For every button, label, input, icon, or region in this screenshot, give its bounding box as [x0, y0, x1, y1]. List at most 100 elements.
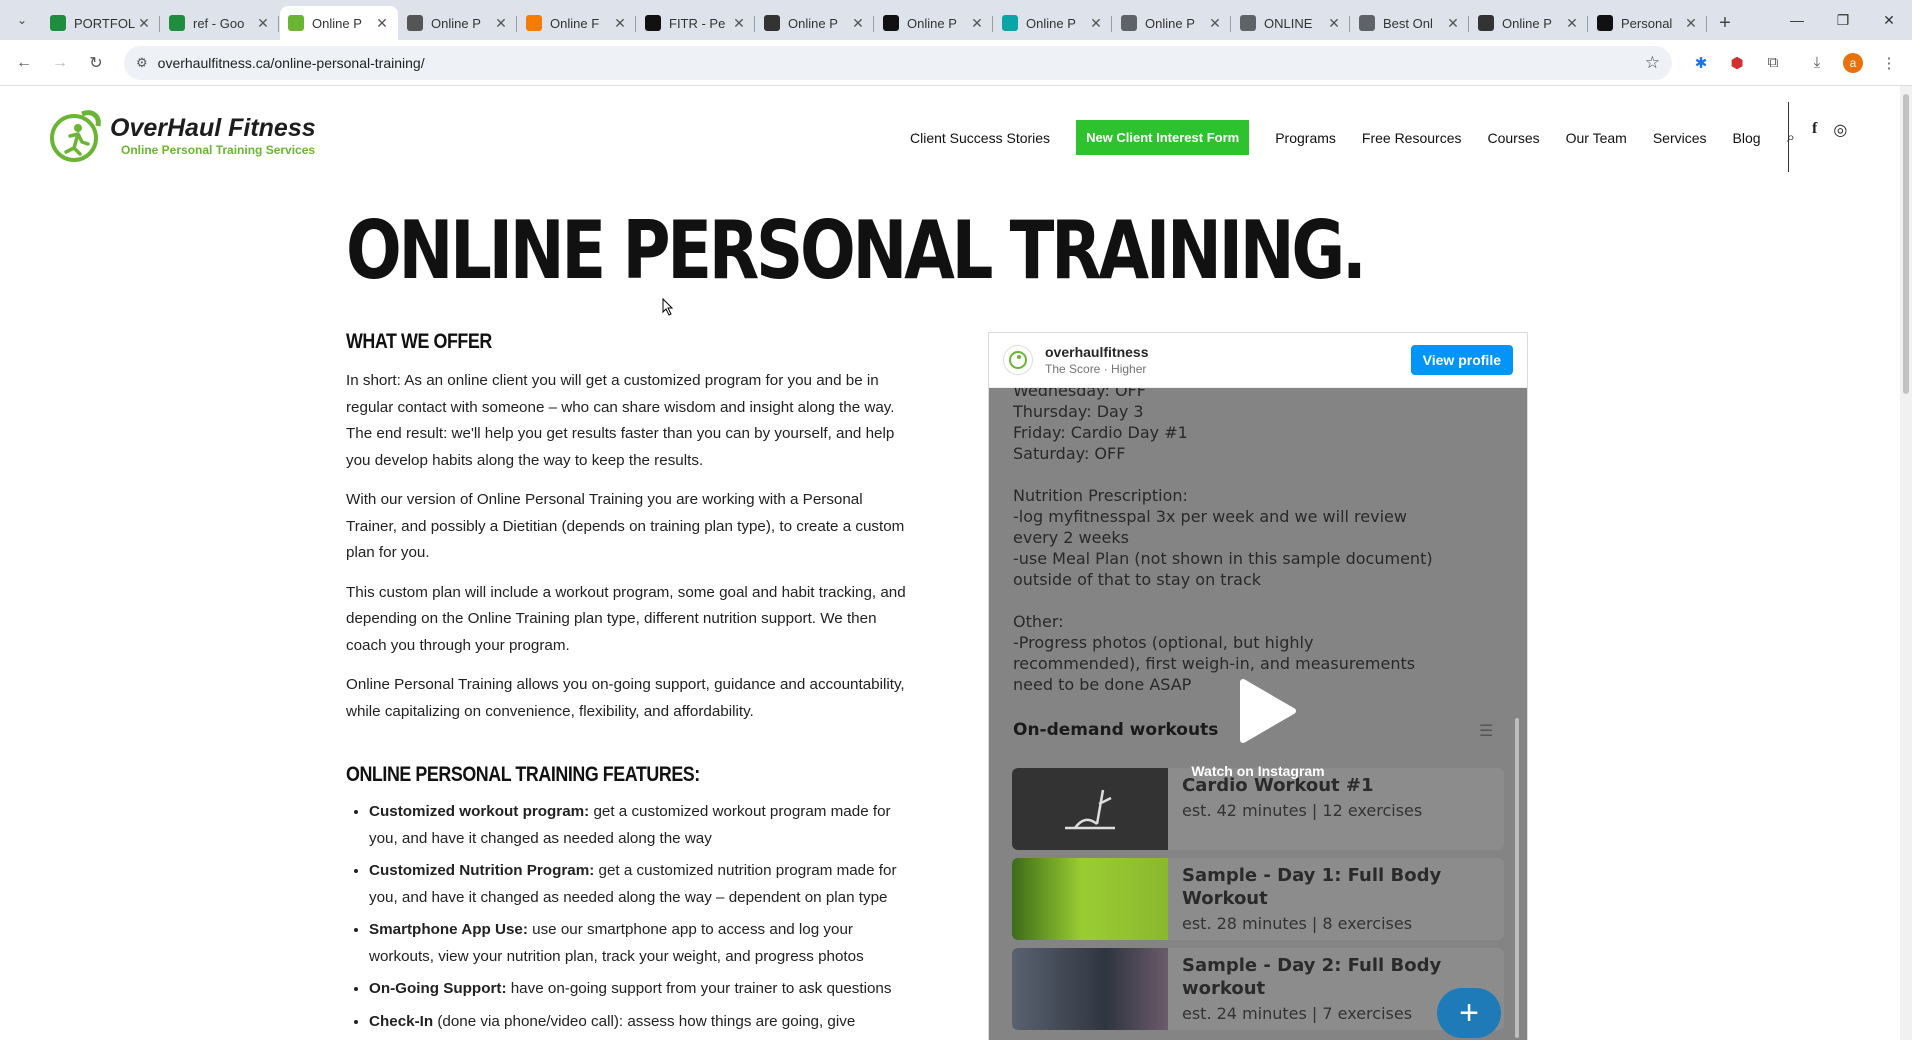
- puzzle-extensions-icon[interactable]: ⧉: [1758, 48, 1788, 78]
- logo-runner-icon: [50, 110, 101, 162]
- tab[interactable]: PORTFOL ✕: [42, 6, 160, 40]
- close-tab-icon[interactable]: ✕: [1088, 15, 1104, 32]
- bookmark-star-icon[interactable]: ☆: [1645, 53, 1660, 73]
- restore-icon[interactable]: ❐: [1820, 0, 1866, 40]
- page-scrollbar[interactable]: [1900, 86, 1912, 1040]
- social-links: f ◎: [1812, 120, 1847, 140]
- shield-extension-icon[interactable]: ⬢: [1722, 48, 1752, 78]
- back-icon[interactable]: ←: [8, 47, 40, 79]
- tab[interactable]: Best Onl ✕: [1351, 6, 1469, 40]
- tab[interactable]: ref - Goo ✕: [161, 6, 279, 40]
- new-tab-button[interactable]: +: [1708, 6, 1742, 40]
- feature-label: Check-In: [369, 1012, 434, 1030]
- nav-client-success-stories[interactable]: Client Success Stories: [910, 130, 1050, 146]
- address-bar[interactable]: ⚙ overhaulfitness.ca/online-personal-tra…: [124, 45, 1672, 80]
- workout-title: Sample - Day 1: Full Body Workout: [1182, 865, 1442, 909]
- scrollbar-thumb[interactable]: [1903, 94, 1909, 394]
- logo-tagline: Online Personal Training Services: [121, 143, 316, 157]
- watch-on-instagram-link[interactable]: Watch on Instagram: [989, 763, 1527, 779]
- profile-initial: a: [1843, 52, 1863, 73]
- tab[interactable]: Online P ✕: [1113, 6, 1231, 40]
- nav-courses[interactable]: Courses: [1487, 130, 1539, 146]
- download-icon[interactable]: ⤓: [1802, 48, 1832, 78]
- close-tab-icon[interactable]: ✕: [136, 15, 152, 32]
- tab-search-icon[interactable]: ⌄: [8, 6, 36, 34]
- profile-avatar[interactable]: a: [1838, 48, 1868, 78]
- window-controls: — ❐ ✕: [1774, 0, 1912, 40]
- nav-services[interactable]: Services: [1653, 130, 1707, 146]
- tab-title: Online F: [550, 15, 600, 31]
- tab-title: Best Onl: [1383, 15, 1433, 31]
- nav-programs[interactable]: Programs: [1275, 130, 1336, 146]
- tab[interactable]: Online P ✕: [875, 6, 993, 40]
- close-tab-icon[interactable]: ✕: [1445, 15, 1461, 32]
- close-tab-icon[interactable]: ✕: [255, 15, 271, 32]
- tab[interactable]: Personal ✕: [1589, 6, 1707, 40]
- features-list: Customized workout program: get a custom…: [346, 799, 916, 1035]
- tab-title: Personal: [1621, 15, 1673, 31]
- close-tab-icon[interactable]: ✕: [374, 15, 390, 32]
- add-fab-button[interactable]: +: [1437, 988, 1501, 1038]
- instagram-video[interactable]: Wednesday: OFF Thursday: Day 3 Friday: C…: [989, 388, 1527, 1040]
- embed-scrollbar[interactable]: [1515, 718, 1519, 1038]
- close-tab-icon[interactable]: ✕: [1564, 15, 1580, 32]
- instagram-embed: overhaulfitness The Score · Higher View …: [988, 332, 1528, 1040]
- feature-label: Customized Nutrition Program:: [369, 862, 595, 879]
- view-profile-button[interactable]: View profile: [1410, 345, 1513, 375]
- main-navigation: Client Success Stories New Client Intere…: [910, 120, 1795, 155]
- mouse-cursor-icon: [662, 298, 674, 316]
- play-icon[interactable]: [1229, 676, 1299, 746]
- instagram-avatar[interactable]: [1003, 345, 1033, 375]
- nav-blog[interactable]: Blog: [1733, 130, 1761, 146]
- circle-icon: [1240, 15, 1256, 31]
- forward-icon[interactable]: →: [44, 47, 76, 79]
- site-logo[interactable]: OverHaul Fitness Online Personal Trainin…: [48, 108, 316, 164]
- tab[interactable]: Online P ✕: [756, 6, 874, 40]
- offer-paragraph: Online Personal Training allows you on-g…: [346, 676, 905, 720]
- workout-card: Cardio Workout #1 est. 42 minutes | 12 e…: [1012, 768, 1504, 850]
- list-item: Smartphone App Use: use our smartphone a…: [369, 917, 916, 970]
- close-tab-icon[interactable]: ✕: [1683, 15, 1699, 32]
- offer-paragraph: In short: As an online client you will g…: [346, 372, 895, 469]
- offer-paragraph: With our version of Online Personal Trai…: [346, 491, 905, 561]
- flame-icon: [526, 15, 542, 31]
- close-tab-icon[interactable]: ✕: [493, 15, 509, 32]
- close-tab-icon[interactable]: ✕: [731, 15, 747, 32]
- close-tab-icon[interactable]: ✕: [612, 15, 628, 32]
- elliptical-icon: [1012, 768, 1168, 850]
- close-tab-icon[interactable]: ✕: [850, 15, 866, 32]
- facebook-icon[interactable]: f: [1812, 120, 1817, 140]
- feature-label: Smartphone App Use:: [369, 921, 528, 938]
- tab[interactable]: Online P ✕: [994, 6, 1112, 40]
- tab[interactable]: Online F ✕: [518, 6, 636, 40]
- list-item: Customized workout program: get a custom…: [369, 799, 916, 852]
- close-tab-icon[interactable]: ✕: [1326, 15, 1342, 32]
- tab-active[interactable]: Online P ✕: [280, 6, 398, 40]
- instagram-username[interactable]: overhaulfitness: [1045, 344, 1148, 360]
- instagram-audio-subtitle[interactable]: The Score · Higher: [1045, 362, 1148, 376]
- tab[interactable]: Online P ✕: [1470, 6, 1588, 40]
- tab[interactable]: FITR - Pe ✕: [637, 6, 755, 40]
- nav-new-client-interest-form-button[interactable]: New Client Interest Form: [1076, 120, 1250, 155]
- workout-thumbnail: [1012, 858, 1168, 940]
- swirl-icon: [1002, 15, 1018, 31]
- nav-free-resources[interactable]: Free Resources: [1362, 130, 1462, 146]
- close-tab-icon[interactable]: ✕: [1207, 15, 1223, 32]
- url-text[interactable]: overhaulfitness.ca/online-personal-train…: [158, 55, 1645, 71]
- reload-icon[interactable]: ↻: [80, 47, 112, 79]
- extension-icon[interactable]: ✱: [1686, 48, 1716, 78]
- tab-title: Online P: [1145, 15, 1195, 31]
- minimize-icon[interactable]: —: [1774, 0, 1820, 40]
- close-tab-icon[interactable]: ✕: [969, 15, 985, 32]
- web-page: OverHaul Fitness Online Personal Trainin…: [0, 86, 1912, 1040]
- nav-our-team[interactable]: Our Team: [1566, 130, 1627, 146]
- instagram-icon[interactable]: ◎: [1833, 120, 1847, 140]
- mountain-icon: [1478, 15, 1494, 31]
- tab[interactable]: ONLINE ✕: [1232, 6, 1350, 40]
- site-info-icon[interactable]: ⚙: [136, 55, 148, 71]
- menu-kebab-icon[interactable]: ⋮: [1874, 48, 1904, 78]
- close-window-icon[interactable]: ✕: [1866, 0, 1912, 40]
- tab-title: Online P: [907, 15, 957, 31]
- tab[interactable]: Online P ✕: [399, 6, 517, 40]
- overhaul-icon: [288, 15, 304, 31]
